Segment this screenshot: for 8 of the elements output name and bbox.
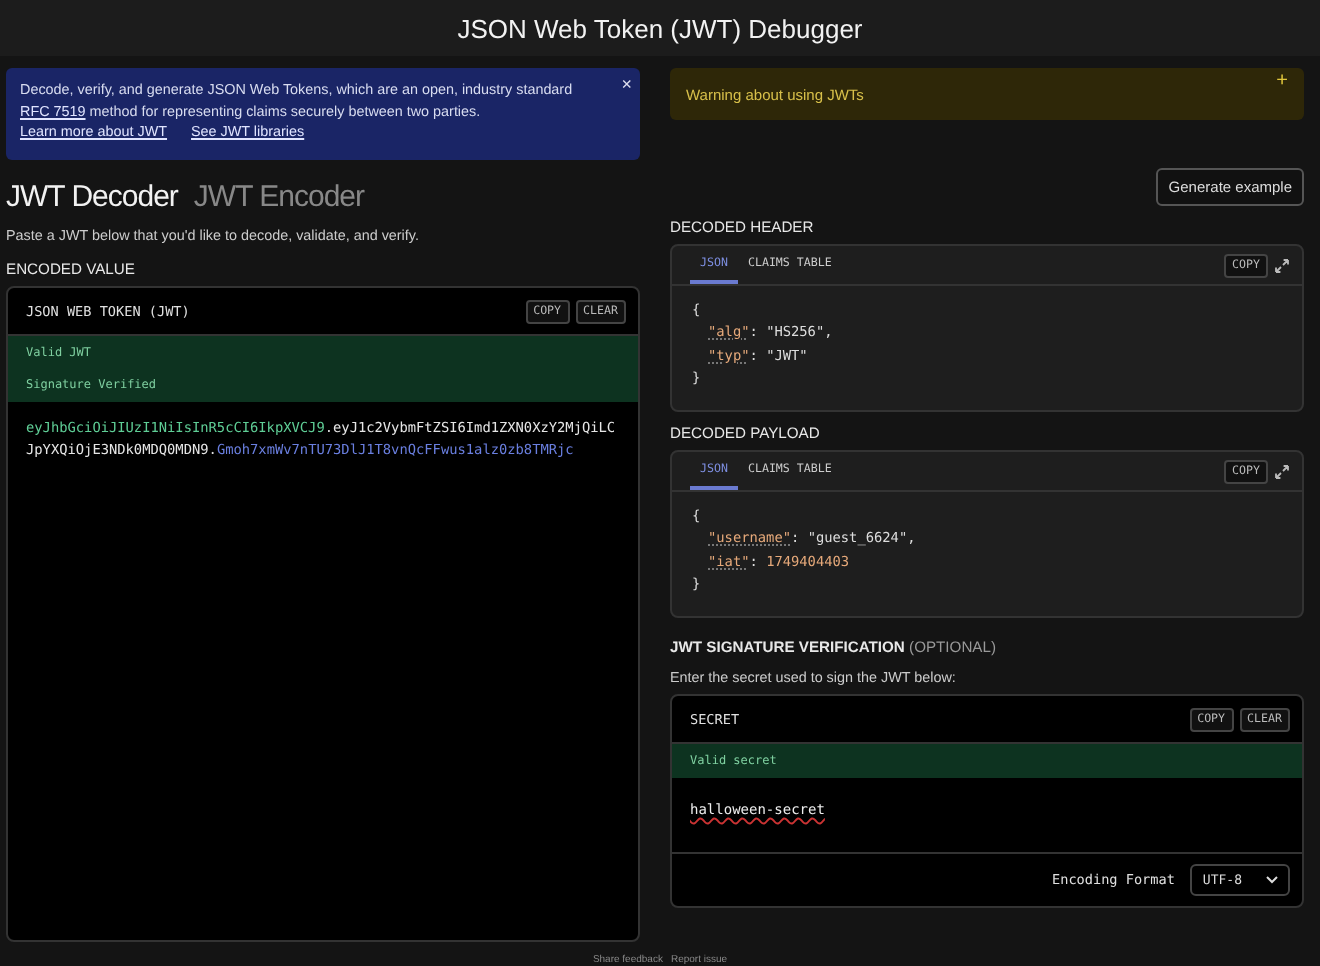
mode-tab[interactable]: JWT Decoder: [6, 180, 178, 214]
mode-tab[interactable]: JWT Encoder: [193, 180, 365, 214]
expand-icon[interactable]: [1274, 463, 1290, 479]
expand-icon[interactable]: [1274, 257, 1290, 273]
expand-button[interactable]: +: [1276, 70, 1288, 92]
page-title: JSON Web Token (JWT) Debugger: [457, 13, 863, 43]
close-button[interactable]: ×: [621, 74, 632, 94]
chevron-down-icon: [1266, 876, 1278, 884]
